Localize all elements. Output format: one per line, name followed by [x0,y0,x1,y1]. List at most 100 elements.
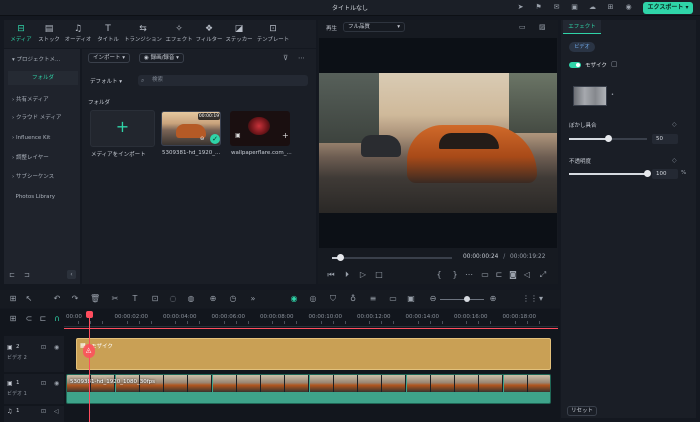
mic-icon[interactable]: ♁ [348,294,358,304]
collapse-sidebar-icon[interactable]: ‹ [67,270,76,279]
sidebar-item-photos-library[interactable]: Photos Library [8,190,78,204]
tab-effect[interactable]: ✧ エフェクト [164,20,194,48]
crop-icon[interactable]: ⊡ [150,294,160,304]
video-subtab[interactable]: ビデオ [569,42,595,52]
sidebar-item-shared-media[interactable]: › 共有メディア [8,93,78,107]
stop-icon[interactable]: □ [374,270,384,280]
play-icon[interactable]: ▷ [358,270,368,280]
tab-title[interactable]: T タイトル [94,20,122,48]
zoom-out-icon[interactable]: ⊖ [428,294,438,304]
text-icon[interactable]: T [130,294,140,304]
folder-icon[interactable]: ⊐ [24,271,30,279]
color-icon[interactable]: ◌ [168,294,178,304]
eye-icon[interactable]: ◉ [54,344,59,351]
mark-in-icon[interactable]: { [434,270,444,280]
lock-icon[interactable]: ⊡ [41,344,46,351]
import-media-tile[interactable]: + [90,110,155,147]
add-icon[interactable]: + [282,131,289,140]
mask-icon[interactable]: ◍ [186,294,196,304]
import-dropdown[interactable]: インポート ▾ [88,53,131,63]
zoom-slider[interactable] [440,296,484,302]
grid-icon[interactable]: ⋮⋮ [522,294,538,304]
gift-icon[interactable]: ⊞ [606,3,615,12]
playback-handle[interactable] [337,254,344,261]
tab-filter[interactable]: ❖ フィルター [194,20,224,48]
dropdown-icon[interactable]: ▾ [536,294,546,304]
volume-icon[interactable]: ◁ [54,408,59,415]
blur-slider-handle[interactable] [605,135,612,142]
keyframe-icon[interactable]: ◇ [672,121,677,128]
fullscreen-icon[interactable]: ⤢ [538,270,548,280]
mark-out-icon[interactable]: } [450,270,460,280]
captions-icon[interactable]: ▭ [388,294,398,304]
opacity-slider-handle[interactable] [644,170,651,177]
opacity-value-field[interactable]: 100 [652,169,678,179]
new-folder-icon[interactable]: ⊏ [9,271,15,279]
effect-clip-mosaic[interactable]: ▦ モザイク [76,338,551,370]
media-item[interactable]: 00:00:19 ✓ ⊖ [161,111,221,146]
lock-icon[interactable]: ⊡ [41,408,46,415]
save-icon[interactable]: ▣ [570,3,579,12]
send-icon[interactable]: ➤ [516,3,525,12]
opacity-slider[interactable] [569,170,651,177]
sidebar-item-cloud-media[interactable]: › クラウド メディア [8,111,78,125]
search-input[interactable]: 検索 [138,75,308,86]
cloud-icon[interactable]: ☁ [588,3,597,12]
undo-icon[interactable]: ↶ [52,294,62,304]
snapshot-icon[interactable]: ▨ [539,23,546,31]
reset-button[interactable]: リセット [567,406,597,416]
flag-icon[interactable]: ⚑ [534,3,543,12]
sidebar-item-adjustment-layer[interactable]: › 調整レイヤー [8,151,78,165]
effects-tab[interactable]: エフェクト [563,20,601,34]
playback-track[interactable] [332,254,452,261]
render-icon[interactable]: ◉ [289,294,299,304]
effect-box-icon[interactable]: ▢ [611,60,618,68]
link-icon[interactable]: ⊂ [24,314,34,324]
media-item[interactable]: ▣ + [230,111,290,146]
lock-icon[interactable]: ⊡ [41,380,46,387]
snap-icon[interactable]: ⊏ [38,314,48,324]
tab-stock[interactable]: ▤ ストック [36,20,62,48]
blur-slider[interactable] [569,135,647,142]
more-tools-icon[interactable]: » [248,294,258,304]
play-back-icon[interactable]: ⏵ [342,270,352,280]
user-icon[interactable]: ◉ [624,3,633,12]
sidebar-item-subsequence[interactable]: › サブシーケンス [8,170,78,184]
zoom-slider-handle[interactable] [464,296,470,302]
tab-transition[interactable]: ⇆ トランジション [122,20,164,48]
select-icon[interactable]: ↖ [24,294,34,304]
cut-icon[interactable]: ✂ [110,294,120,304]
tab-sticker[interactable]: ◪ ステッカー [224,20,254,48]
prev-frame-icon[interactable]: ⏮ [326,270,336,280]
compare-icon[interactable]: ▭ [519,23,526,31]
more-options-icon[interactable]: ⋯ [298,54,305,62]
quality-dropdown[interactable]: フル品質 ▾ [343,22,405,32]
video-clip[interactable]: 5309381-hd_1920_1080_30fps [66,374,551,404]
eye-icon[interactable]: ◉ [54,380,59,387]
tab-audio[interactable]: ♫ オーディオ [62,20,94,48]
list-icon[interactable]: ≡ [368,294,378,304]
timer-icon[interactable]: ◷ [228,294,238,304]
tab-media[interactable]: ⊟ メディア [6,20,36,48]
blur-value-field[interactable]: 50 [652,134,678,144]
filter-icon[interactable]: ⊽ [283,54,288,62]
add-track-icon[interactable]: ⊞ [8,314,18,324]
magnet-icon[interactable]: ∩ [52,314,62,324]
export-button[interactable]: エクスポート ▾ [643,2,693,14]
sidebar-item-influence-kit[interactable]: › Influence Kit [8,131,78,145]
more-icon[interactable]: ⋯ [464,270,474,280]
keyframe-add-icon[interactable]: ⊕ [208,294,218,304]
camera-icon[interactable]: ◙ [508,270,518,280]
delete-icon[interactable]: 🗑 [90,294,100,304]
record-dropdown[interactable]: ◉ 録画/録音 ▾ [139,53,184,63]
shield-icon[interactable]: ⛉ [328,294,338,304]
crop-icon[interactable]: ⊏ [494,270,504,280]
layout-icon[interactable]: ⊞ [8,294,18,304]
volume-icon[interactable]: ◁ [522,270,532,280]
zoom-in-icon[interactable]: ⊕ [488,294,498,304]
tab-template[interactable]: ⊡ テンプレート [254,20,292,48]
image-icon[interactable]: ▣ [406,294,416,304]
sidebar-item-folder[interactable]: フォルダ [8,71,78,85]
play-range-icon[interactable]: ◎ [308,294,318,304]
sort-dropdown[interactable]: デフォルト ▾ [90,77,122,85]
